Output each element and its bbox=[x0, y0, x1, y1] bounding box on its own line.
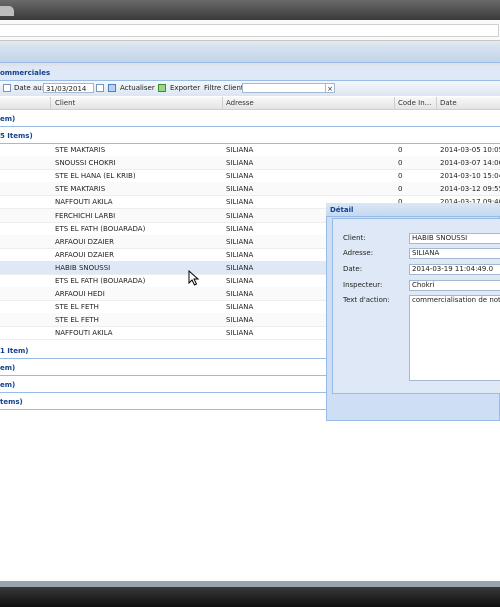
cell-client: ARFAOUI DZAIER bbox=[55, 250, 114, 259]
cell-code: 0 bbox=[398, 172, 403, 181]
column-separator bbox=[222, 97, 223, 109]
inspecteur-field[interactable]: Chokri bbox=[409, 280, 500, 291]
cell-client: NAFFOUTI AKILA bbox=[55, 329, 113, 338]
cell-code: 0 bbox=[398, 146, 403, 154]
address-bar bbox=[0, 20, 500, 41]
address-input[interactable] bbox=[0, 24, 499, 37]
section-title-bar: ommerciales bbox=[0, 66, 500, 81]
export-button[interactable]: Exporter bbox=[170, 84, 200, 92]
group-label: tems) bbox=[0, 398, 23, 406]
client-field[interactable]: HABIB SNOUSSI bbox=[409, 233, 500, 244]
text-action-label: Text d'action: bbox=[343, 296, 390, 304]
group-label: 1 Item) bbox=[0, 347, 29, 355]
text-action-field[interactable]: commercialisation de notre bbox=[409, 295, 500, 381]
cell-client: STE EL HANA (EL KRIB) bbox=[55, 172, 136, 181]
section-title: ommerciales bbox=[0, 69, 51, 77]
mouse-pointer-icon bbox=[188, 270, 200, 286]
bottom-frame bbox=[0, 587, 500, 607]
cell-date: 2014-03-05 10:05: bbox=[440, 146, 500, 154]
cell-client: ETS EL FATH (BOUARADA) bbox=[55, 224, 146, 233]
date-picker-icon[interactable] bbox=[3, 84, 11, 92]
cell-client: STE EL FETH bbox=[55, 316, 99, 325]
cell-client: FERCHICHI LARBI bbox=[55, 211, 116, 220]
adresse-field[interactable]: SILIANA bbox=[409, 248, 500, 259]
adresse-label: Adresse: bbox=[343, 249, 374, 257]
table-row[interactable]: STE MAKTARIS SILIANA 0 2014-03-05 10:05: bbox=[0, 143, 500, 157]
cell-date: 2014-03-12 09:55: bbox=[440, 185, 500, 194]
browser-top-bar bbox=[0, 0, 500, 20]
column-header-client[interactable]: Client bbox=[55, 99, 75, 107]
cell-adresse: SILIANA bbox=[226, 159, 254, 168]
cell-date: 2014-03-10 15:04: bbox=[440, 172, 500, 181]
filter-client-input[interactable] bbox=[242, 83, 326, 93]
inspecteur-label: Inspecteur: bbox=[343, 281, 383, 289]
cell-adresse: SILIANA bbox=[226, 146, 254, 154]
detail-form: Client: HABIB SNOUSSI Adresse: SILIANA D… bbox=[332, 218, 500, 394]
detail-window-titlebar[interactable]: Détail bbox=[326, 203, 500, 217]
group-label: em) bbox=[0, 381, 16, 389]
panel-header bbox=[0, 44, 500, 63]
column-header-code[interactable]: Code In... bbox=[398, 99, 431, 107]
export-icon[interactable] bbox=[158, 84, 166, 92]
column-separator bbox=[394, 97, 395, 109]
date-input[interactable]: 31/03/2014 bbox=[43, 83, 94, 93]
cell-client: ARFAOUI HEDI bbox=[55, 290, 105, 299]
cell-adresse: SILIANA bbox=[226, 185, 254, 194]
cell-code: 0 bbox=[398, 159, 403, 168]
cell-client: ARFAOUI DZAIER bbox=[55, 237, 114, 246]
group-label: em) bbox=[0, 115, 16, 123]
cell-client: NAFFOUTI AKILA bbox=[55, 198, 113, 207]
clear-filter-icon[interactable]: × bbox=[325, 83, 335, 93]
client-label: Client: bbox=[343, 234, 366, 242]
table-row[interactable]: STE MAKTARIS SILIANA 0 2014-03-12 09:55: bbox=[0, 182, 500, 197]
cell-client: STE EL FETH bbox=[55, 303, 99, 312]
filter-label: Filtre Client: bbox=[204, 84, 247, 92]
table-row[interactable]: SNOUSSI CHOKRI SILIANA 0 2014-03-07 14:06: bbox=[0, 156, 500, 171]
date-label: Date au: bbox=[14, 84, 45, 92]
grid-header: Client Adresse Code In... Date bbox=[0, 97, 500, 110]
column-separator bbox=[436, 97, 437, 109]
refresh-icon[interactable] bbox=[108, 84, 116, 92]
browser-tab[interactable] bbox=[0, 6, 14, 16]
table-row[interactable]: STE EL HANA (EL KRIB) SILIANA 0 2014-03-10 … bbox=[0, 169, 500, 184]
column-separator bbox=[50, 97, 51, 109]
group-header[interactable]: 5 Items) bbox=[0, 129, 500, 144]
cell-client: STE MAKTARIS bbox=[55, 185, 106, 194]
cell-adresse: SILIANA bbox=[226, 172, 254, 181]
group-header[interactable]: em) bbox=[0, 112, 500, 127]
refresh-button[interactable]: Actualiser bbox=[120, 84, 155, 92]
cell-date: 2014-03-07 14:06: bbox=[440, 159, 500, 168]
detail-window-title: Détail bbox=[330, 206, 354, 214]
group-label: em) bbox=[0, 364, 16, 372]
date-field[interactable]: 2014-03-19 11:04:49.0 bbox=[409, 264, 500, 275]
cell-client: STE MAKTARIS bbox=[55, 146, 106, 154]
cell-client: SNOUSSI CHOKRI bbox=[55, 159, 116, 168]
cell-code: 0 bbox=[398, 185, 403, 194]
calendar-icon[interactable] bbox=[96, 84, 104, 92]
toolbar: Date au: 31/03/2014 Actualiser Exporter … bbox=[0, 81, 500, 97]
column-header-date[interactable]: Date bbox=[440, 99, 457, 107]
group-label: 5 Items) bbox=[0, 132, 33, 140]
date-label: Date: bbox=[343, 265, 363, 273]
column-header-adresse[interactable]: Adresse bbox=[226, 99, 254, 107]
